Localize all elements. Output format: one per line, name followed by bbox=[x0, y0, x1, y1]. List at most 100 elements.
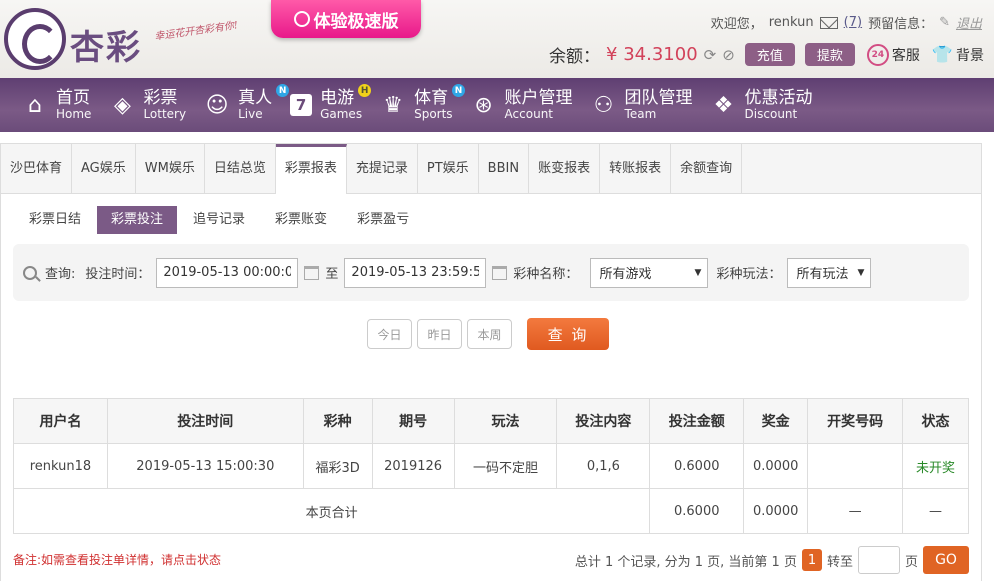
game-select[interactable]: 所有游戏 ▼ bbox=[590, 257, 709, 288]
service-label: 客服 bbox=[891, 47, 920, 64]
pager-summary: 总计 1 个记录, 分为 1 页, 当前第 1 页 bbox=[574, 554, 797, 570]
mail-icon[interactable] bbox=[819, 16, 838, 29]
brand-slogan: 幸运花开杏彩有你! bbox=[153, 20, 239, 43]
col-lottery: 彩种 bbox=[302, 398, 373, 444]
quick-range-buttons: 今日 昨日 本周 查 询 bbox=[367, 318, 609, 350]
brand-name: 杏彩 bbox=[70, 28, 142, 68]
nav-team[interactable]: ⚇ 团队管理 Team bbox=[587, 78, 707, 132]
nav-lottery[interactable]: ◈ 彩票 Lottery bbox=[105, 78, 200, 132]
main-nav: ⌂ 首页 Home ◈ 彩票 Lottery ☺ 真人 Live N 7 电游 Game… bbox=[0, 78, 994, 132]
subtab-bets[interactable]: 彩票投注 bbox=[97, 206, 178, 234]
promo-label: 体验极速版 bbox=[313, 11, 399, 32]
tab-balance-query[interactable]: 余额查询 bbox=[671, 144, 743, 194]
calendar-icon[interactable] bbox=[304, 265, 320, 280]
withdraw-button[interactable]: 提款 bbox=[804, 43, 855, 66]
end-time-input[interactable] bbox=[344, 257, 487, 288]
nav-live[interactable]: ☺ 真人 Live N bbox=[200, 78, 290, 132]
tab-pt[interactable]: PT娱乐 bbox=[418, 144, 479, 194]
nav-sublabel: Games bbox=[320, 107, 363, 121]
tab-daily-overview[interactable]: 日结总览 bbox=[205, 144, 276, 194]
live-icon: ☺ bbox=[205, 92, 229, 118]
time-label: 投注时间： bbox=[85, 267, 151, 282]
nav-sublabel: Sports bbox=[414, 107, 453, 121]
to-label: 至 bbox=[325, 267, 339, 282]
this-week-button[interactable]: 本周 bbox=[467, 319, 512, 349]
search-icon bbox=[23, 265, 37, 280]
mail-count-link[interactable]: (7) bbox=[844, 15, 862, 30]
col-bonus: 奖金 bbox=[743, 398, 809, 444]
tab-bbin[interactable]: BBIN bbox=[479, 144, 530, 194]
nav-discount[interactable]: ❖ 优惠活动 Discount bbox=[707, 78, 827, 132]
col-username: 用户名 bbox=[13, 398, 108, 444]
nav-games[interactable]: 7 电游 Games H bbox=[286, 78, 376, 132]
brand-logo[interactable]: 杏彩 幸运花开杏彩有你! bbox=[4, 6, 244, 74]
cell-lottery: 福彩3D bbox=[302, 443, 373, 489]
cell-status-link[interactable]: 未开奖 bbox=[902, 443, 969, 489]
hide-eye-icon[interactable]: ⊘ bbox=[722, 46, 735, 64]
games-icon: 7 bbox=[290, 94, 313, 116]
current-page-button[interactable]: 1 bbox=[801, 549, 822, 571]
nav-home[interactable]: ⌂ 首页 Home bbox=[18, 78, 105, 132]
tab-transfer-report[interactable]: 转账报表 bbox=[600, 144, 672, 194]
search-button[interactable]: 查 询 bbox=[527, 318, 609, 350]
play-select[interactable]: 所有玩法 ▼ bbox=[787, 257, 872, 288]
logout-link[interactable]: 退出 bbox=[956, 13, 982, 32]
nav-sublabel: Discount bbox=[744, 107, 798, 121]
home-icon: ⌂ bbox=[28, 92, 42, 118]
col-bet-time: 投注时间 bbox=[106, 398, 304, 444]
tab-deposit-records[interactable]: 充提记录 bbox=[347, 144, 418, 194]
fast-version-button[interactable]: 体验极速版 bbox=[271, 0, 421, 38]
dropdown-arrow-icon: ▼ bbox=[857, 267, 865, 278]
nav-label: 优惠活动 bbox=[744, 88, 813, 108]
nav-label: 体育 bbox=[414, 88, 449, 108]
trophy-icon: ♛ bbox=[383, 92, 403, 118]
customer-service-link[interactable]: 24 客服 bbox=[866, 43, 920, 66]
table-header-row: 用户名 投注时间 彩种 期号 玩法 投注内容 投注金额 奖金 开奖号码 状态 bbox=[13, 398, 969, 444]
col-amount: 投注金额 bbox=[649, 398, 745, 444]
nav-label: 账户管理 bbox=[504, 88, 573, 108]
balance-label: 余额： bbox=[549, 47, 601, 67]
cell-issue: 2019126 bbox=[371, 443, 455, 489]
table-row: renkun18 2019-05-13 15:00:30 福彩3D 201912… bbox=[13, 443, 969, 489]
header: 杏彩 幸运花开杏彩有你! 体验极速版 欢迎您， renkun (7) 预留信息：… bbox=[0, 0, 994, 78]
today-button[interactable]: 今日 bbox=[367, 319, 412, 349]
subtab-daily[interactable]: 彩票日结 bbox=[15, 206, 95, 234]
tab-wm[interactable]: WM娱乐 bbox=[136, 144, 205, 194]
nav-account[interactable]: ⊛ 账户管理 Account bbox=[467, 78, 587, 132]
subtab-chase[interactable]: 追号记录 bbox=[179, 206, 259, 234]
tab-saba[interactable]: 沙巴体育 bbox=[1, 144, 73, 194]
recharge-button[interactable]: 充值 bbox=[744, 43, 795, 66]
total-label: 本页合计 bbox=[12, 488, 651, 534]
col-content: 投注内容 bbox=[556, 398, 651, 444]
edit-icon[interactable]: ✎ bbox=[939, 15, 950, 30]
new-badge: N bbox=[452, 84, 466, 97]
balance-bar: 余额： ¥ 34.3100 ⟳ ⊘ 充值 提款 24 客服 👕 背景 bbox=[549, 42, 984, 67]
calendar-icon[interactable] bbox=[492, 265, 508, 280]
team-icon: ⚇ bbox=[593, 92, 614, 118]
nav-sublabel: Team bbox=[624, 107, 657, 121]
tab-lottery-report[interactable]: 彩票报表 bbox=[275, 144, 347, 194]
reserve-label: 预留信息： bbox=[868, 17, 934, 32]
background-link[interactable]: 👕 背景 bbox=[932, 45, 984, 65]
goto-page-input[interactable] bbox=[857, 546, 900, 574]
play-label: 彩种玩法： bbox=[716, 267, 782, 282]
speed-icon bbox=[293, 11, 310, 27]
gift-icon: ❖ bbox=[713, 92, 734, 118]
page-unit-label: 页 bbox=[904, 554, 918, 570]
nav-sports[interactable]: ♛ 体育 Sports N bbox=[376, 78, 466, 132]
nav-sublabel: Home bbox=[56, 107, 92, 121]
subtab-changes[interactable]: 彩票账变 bbox=[261, 206, 341, 234]
tab-ag[interactable]: AG娱乐 bbox=[72, 144, 136, 194]
subtab-profit[interactable]: 彩票盈亏 bbox=[343, 206, 423, 234]
col-status: 状态 bbox=[902, 398, 969, 444]
game-select-value: 所有游戏 bbox=[599, 267, 652, 282]
tab-account-changes[interactable]: 账变报表 bbox=[529, 144, 601, 194]
go-button[interactable]: GO bbox=[923, 546, 969, 574]
nav-sublabel: Live bbox=[238, 107, 263, 121]
nav-label: 彩票 bbox=[143, 88, 178, 108]
bets-table: 用户名 投注时间 彩种 期号 玩法 投注内容 投注金额 奖金 开奖号码 状态 r… bbox=[12, 398, 969, 534]
start-time-input[interactable] bbox=[156, 257, 299, 288]
yesterday-button[interactable]: 昨日 bbox=[417, 319, 462, 349]
refresh-icon[interactable]: ⟳ bbox=[704, 46, 717, 64]
total-amount: 0.6000 bbox=[649, 488, 745, 534]
